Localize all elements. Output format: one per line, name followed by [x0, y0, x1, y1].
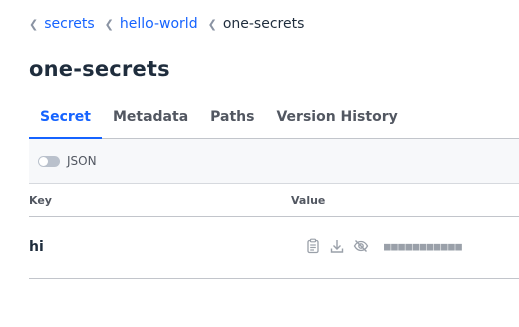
eye-slash-icon[interactable] — [353, 238, 369, 254]
download-icon[interactable] — [329, 238, 345, 254]
breadcrumb-link-hello-world[interactable]: hello-world — [120, 16, 198, 32]
tab-paths[interactable]: Paths — [199, 96, 265, 137]
json-toggle-label: JSON — [67, 154, 97, 168]
table-header: Key Value — [29, 184, 519, 217]
tab-bar: Secret Metadata Paths Version History — [29, 96, 519, 139]
secret-toolbar: JSON — [29, 139, 519, 184]
row-actions: ■■■■■■■■■■■ — [305, 238, 462, 254]
toggle-knob — [39, 156, 48, 166]
tab-secret[interactable]: Secret — [29, 96, 102, 139]
breadcrumb: ❮ secrets ❮ hello-world ❮ one-secrets — [29, 15, 314, 33]
breadcrumb-item-secrets[interactable]: ❮ secrets — [29, 16, 95, 32]
table-row: hi ■■■■■■■■■■■ — [29, 217, 519, 279]
column-header-value: Value — [291, 194, 326, 207]
copy-icon[interactable] — [305, 238, 321, 254]
secret-key: hi — [29, 239, 44, 255]
json-toggle[interactable] — [38, 155, 60, 167]
tab-version-history[interactable]: Version History — [265, 96, 408, 137]
breadcrumb-link-secrets[interactable]: secrets — [44, 16, 94, 32]
column-header-key: Key — [29, 194, 52, 207]
breadcrumb-item-hello-world[interactable]: ❮ hello-world — [105, 16, 198, 32]
breadcrumb-item-current: ❮ one-secrets — [208, 16, 305, 32]
tab-metadata[interactable]: Metadata — [102, 96, 199, 137]
chevron-left-icon: ❮ — [207, 17, 217, 31]
masked-secret-value: ■■■■■■■■■■■ — [384, 239, 463, 253]
chevron-left-icon: ❮ — [29, 17, 39, 31]
page-title: one-secrets — [29, 57, 170, 81]
chevron-left-icon: ❮ — [104, 17, 114, 31]
breadcrumb-current: one-secrets — [222, 16, 305, 32]
